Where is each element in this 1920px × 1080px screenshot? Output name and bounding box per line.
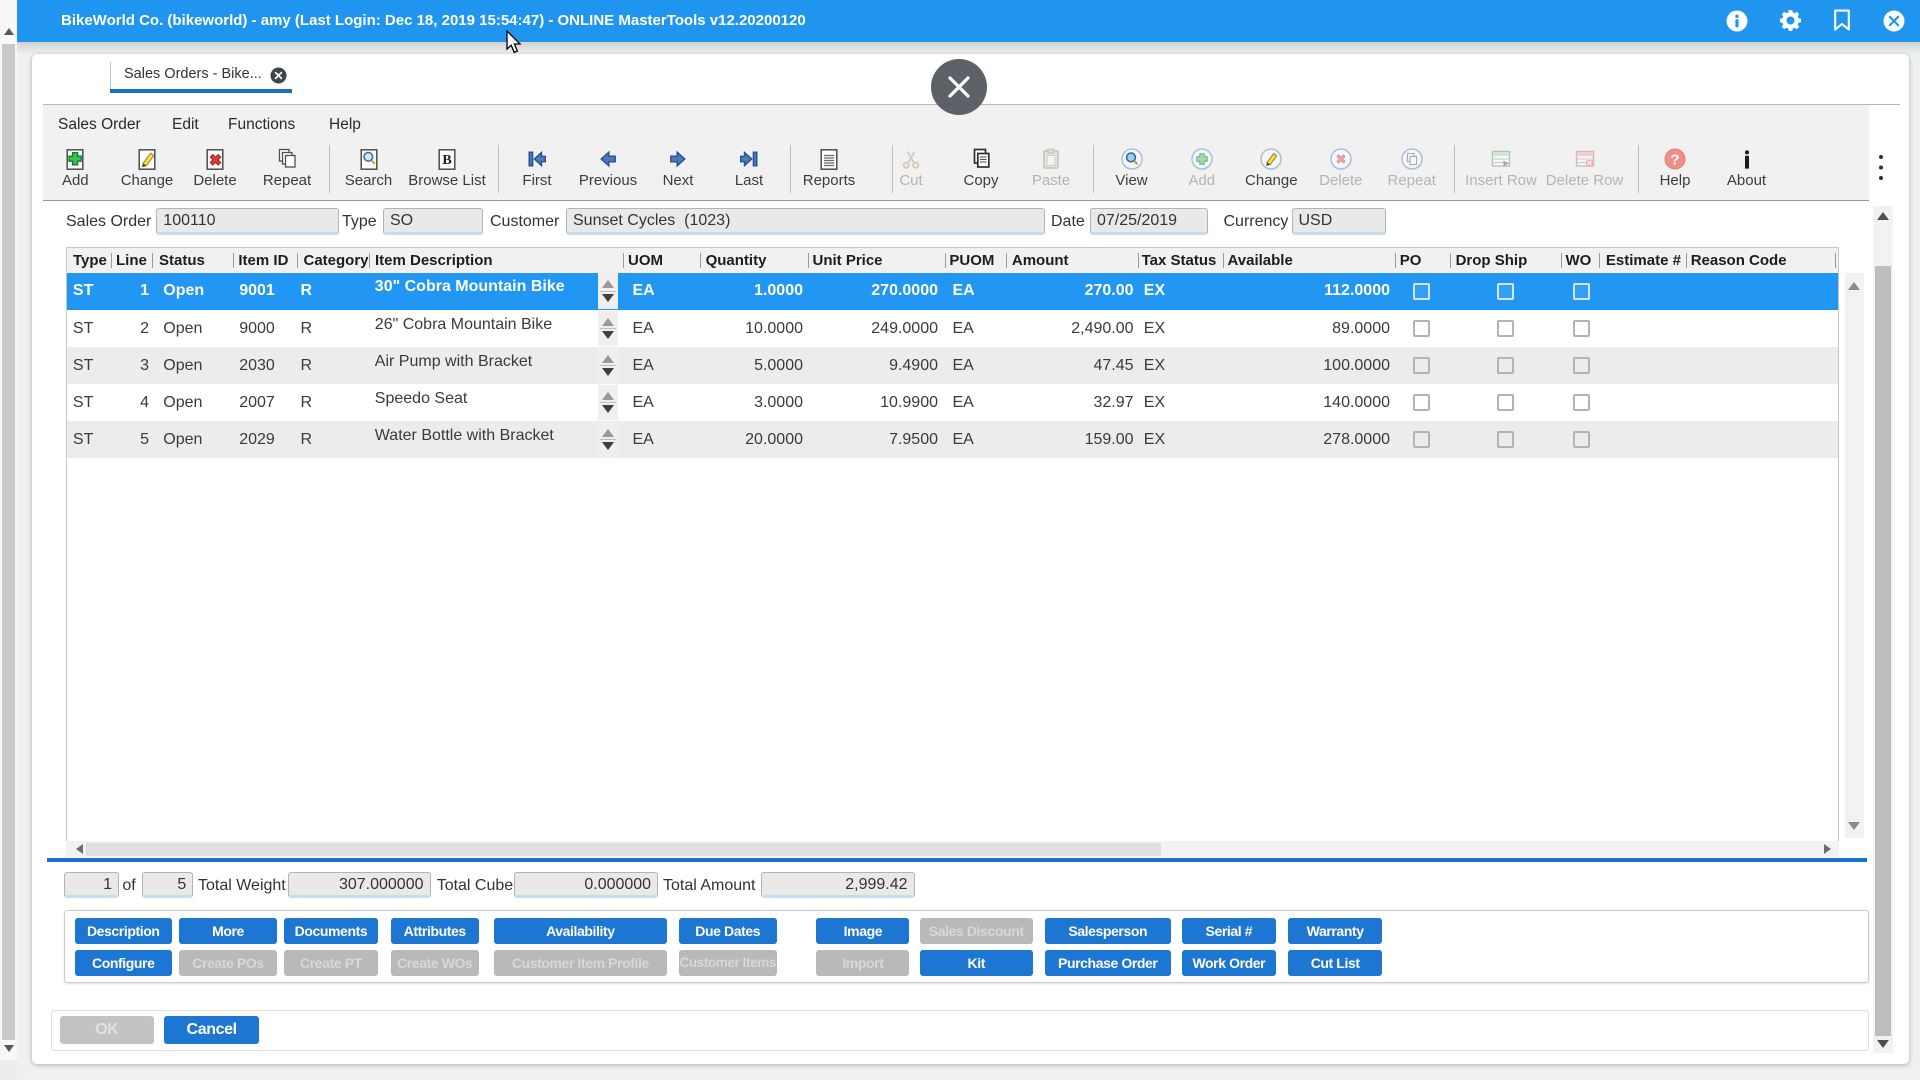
svg-text:B: B — [442, 153, 451, 168]
svg-text:?: ? — [1670, 151, 1679, 168]
